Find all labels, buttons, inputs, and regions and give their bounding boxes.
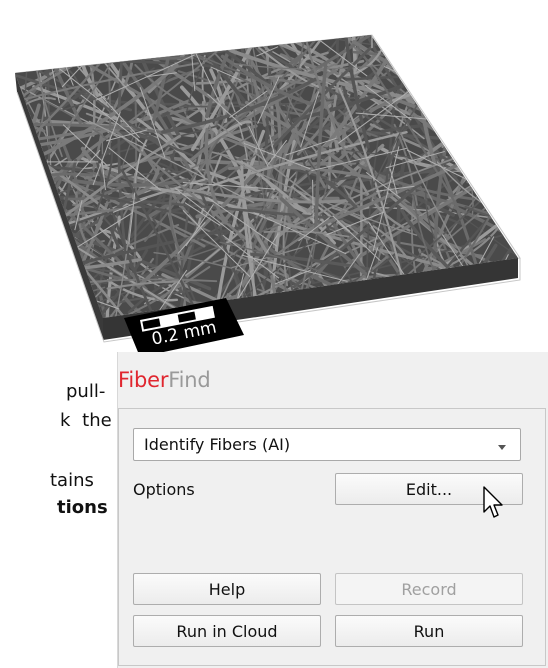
fiber-strand [451,83,518,183]
panel-title-fiber: Fiber [118,368,169,392]
fiber-strand [19,166,41,299]
fiber-strand [494,46,514,124]
fiber-strand [410,35,425,98]
fiber-strand [416,67,518,164]
fiber-strand [478,130,518,141]
doc-text-fragment: pull- [66,381,106,402]
fiber-highlight [469,59,516,80]
fiber-strand [392,60,509,102]
run-in-cloud-button[interactable]: Run in Cloud [133,615,321,647]
fiber-strand [471,110,518,136]
fiber-strand [494,35,512,182]
fiber-highlight [19,220,29,318]
fiber-strand [452,88,495,139]
method-dropdown-value: Identify Fibers (AI) [144,435,291,454]
method-dropdown[interactable]: Identify Fibers (AI) [133,428,521,461]
help-button[interactable]: Help [133,573,321,605]
fiber-strand [15,35,122,58]
fiber-strand [427,74,502,98]
fiber-highlight [495,281,510,302]
fiber-highlight [299,305,308,318]
fiber-highlight [53,220,65,281]
options-label: Options [133,480,195,499]
fiber-highlight [408,56,453,100]
fiber-strand [482,51,504,200]
fiber-strand [464,168,518,176]
fiber-strand [466,153,502,184]
fiber-highlight [51,35,74,64]
fiber-strand [15,274,48,318]
fiberfind-options-group: Identify Fibers (AI) Options Edit... Hel… [118,408,546,666]
fiber-highlight [312,179,314,224]
chevron-down-icon [496,438,508,457]
panel-title-find: Find [168,368,211,392]
fiber-highlight [35,301,87,310]
fiber-strand [441,103,454,150]
fiber-strand [458,35,500,85]
fiber-strand [450,35,518,109]
fiber-highlight [430,282,440,318]
panel-title: FiberFind [118,368,211,392]
mouse-pointer-icon [483,486,505,524]
doc-text-fragment: k the [60,410,112,431]
fiber-highlight [495,35,502,99]
fiber-strand [441,74,492,149]
fiber-strand [447,57,518,120]
fiber-strand [15,248,84,272]
run-button[interactable]: Run [335,615,523,647]
fiber-strand [489,304,518,318]
doc-text-fragment: tains [50,470,94,491]
fiber-strand [444,294,518,318]
fiber-strand [389,47,518,69]
fiber-highlight [15,149,34,198]
fiber-strand [15,280,68,300]
fiber-strand [465,35,518,85]
fiber-strand [82,44,127,59]
fiber-strand [420,35,509,99]
fiber-strand [473,35,501,92]
fiber-3d-render: 0.2 mm [0,0,548,360]
fiber-strand [473,95,498,207]
record-button[interactable]: Record [335,573,523,605]
doc-text-fragment: tions [57,497,108,518]
fiber-strand [461,86,517,120]
fiber-strand [440,101,493,156]
fiber-strand [492,151,518,230]
fiber-strand [440,35,486,91]
fiber-highlight [461,146,481,163]
fiberfind-panel: FiberFind Identify Fibers (AI) Options E… [117,352,548,668]
fiber-strand [15,35,206,47]
